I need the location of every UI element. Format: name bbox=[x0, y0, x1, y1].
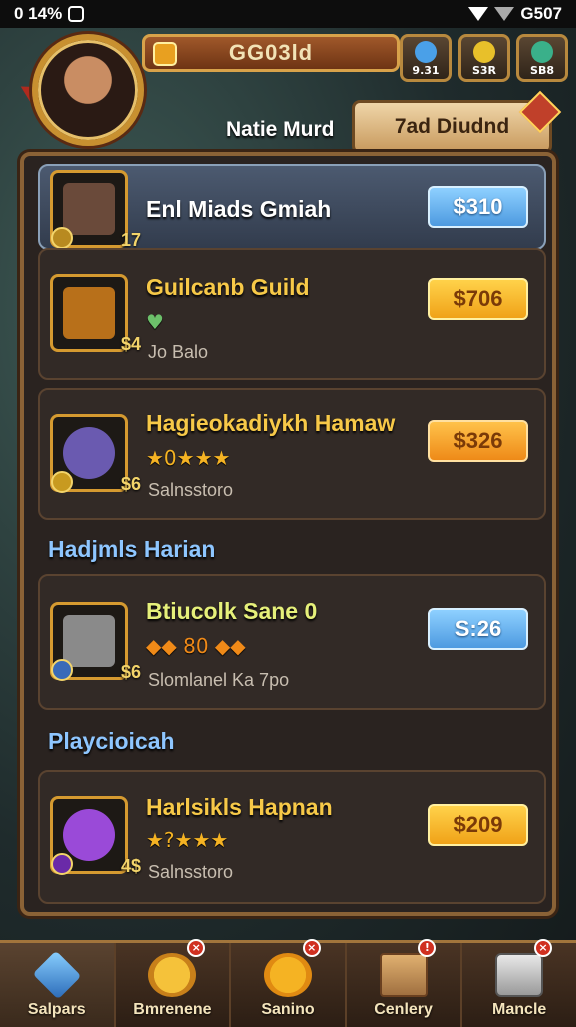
nav-item-mancle[interactable]: × Mancle bbox=[462, 939, 576, 1027]
alert-badge: × bbox=[302, 939, 321, 957]
thumb-number: $4 bbox=[120, 334, 141, 354]
purple-badge-icon bbox=[51, 853, 73, 875]
top-tab-label: 7ad Diudnd bbox=[394, 115, 510, 138]
nav-label: Mancle bbox=[492, 1001, 547, 1018]
nav-label: Sanino bbox=[261, 1001, 315, 1018]
nav-label: Bmrenene bbox=[133, 1001, 212, 1018]
notification-icon bbox=[68, 6, 85, 22]
chest-icon bbox=[495, 953, 544, 997]
card-title: Enl Miads Gmiah bbox=[146, 196, 332, 222]
flag-icon bbox=[518, 90, 562, 134]
item-thumb: 4$ bbox=[50, 796, 141, 876]
player-avatar[interactable] bbox=[13, 30, 151, 150]
avatar-portrait bbox=[32, 34, 144, 146]
green-gem-icon bbox=[531, 41, 553, 63]
resource-gold[interactable]: S3R bbox=[458, 34, 510, 82]
gold-currency-bar[interactable]: GG03ld bbox=[142, 34, 400, 72]
spiked-orb-icon bbox=[63, 427, 115, 479]
star-rating: ★0★★★ bbox=[146, 446, 231, 470]
card-title: Hagieokadiykh Hamaw bbox=[146, 410, 396, 436]
thumb-number: $6 bbox=[120, 662, 141, 682]
card-title: Btiucolk Sane 0 bbox=[146, 598, 318, 624]
star-rating: ◆◆ 80 ◆◆ bbox=[146, 634, 246, 658]
price-button[interactable]: S:26 bbox=[428, 608, 528, 650]
card-subtitle: Slomlanel Ka 7po bbox=[148, 670, 290, 690]
card-subtitle: Salnsstoro bbox=[148, 480, 234, 500]
blue-gem-icon bbox=[415, 41, 437, 63]
hero-thumb: 17 bbox=[50, 170, 141, 250]
card-subtitle: Salnsstoro bbox=[148, 862, 234, 882]
heart-icon: ♥ bbox=[146, 310, 164, 334]
price-button[interactable]: $209 bbox=[428, 804, 528, 846]
item-thumb: $4 bbox=[50, 274, 141, 354]
card-title: Harlsikls Hapnan bbox=[146, 794, 333, 820]
gold-badge-icon bbox=[51, 471, 73, 493]
shop-card[interactable]: $4 Guilcanb Guild ♥ Jo Balo $706 bbox=[38, 248, 546, 380]
item-thumb: $6 bbox=[50, 602, 141, 682]
sun-face-icon bbox=[148, 953, 197, 997]
alert-badge: × bbox=[187, 939, 206, 957]
nav-item-cenlery[interactable]: ! Cenlery bbox=[347, 939, 463, 1027]
top-tab-button[interactable]: 7ad Diudnd bbox=[352, 90, 562, 154]
status-bar: 0 14% G507 bbox=[0, 0, 576, 28]
wifi-icon bbox=[468, 7, 489, 21]
price-button[interactable]: $310 bbox=[428, 186, 528, 228]
resource-label: SB8 bbox=[530, 64, 554, 77]
price-button[interactable]: $326 bbox=[428, 420, 528, 462]
alert-badge: × bbox=[533, 939, 552, 957]
player-name: Natie Murd bbox=[226, 118, 335, 141]
crystal-icon bbox=[32, 950, 82, 1000]
sun-icon bbox=[263, 953, 312, 997]
gold-label: GG03ld bbox=[228, 40, 314, 65]
item-thumb: $6 bbox=[50, 414, 141, 494]
hero-portrait-icon bbox=[63, 183, 115, 235]
resource-blue[interactable]: 9.31 bbox=[400, 34, 452, 82]
shop-card[interactable]: $6 Hagieokadiykh Hamaw ★0★★★ Salnsstoro … bbox=[38, 388, 546, 520]
shop-card[interactable]: 4$ Harlsikls Hapnan ★?★★★ Salnsstoro $20… bbox=[38, 770, 546, 904]
shield-badge-icon bbox=[51, 227, 73, 249]
gold-gem-icon bbox=[473, 41, 495, 63]
blue-badge-icon bbox=[51, 659, 73, 681]
battery-label: G507 bbox=[520, 4, 562, 23]
scroll-map-icon bbox=[379, 953, 428, 997]
thumb-number: $6 bbox=[120, 474, 141, 494]
resource-label: 9.31 bbox=[412, 64, 440, 77]
shop-card[interactable]: $6 Btiucolk Sane 0 ◆◆ 80 ◆◆ Slomlanel Ka… bbox=[38, 574, 546, 710]
nav-label: Cenlery bbox=[374, 1001, 433, 1018]
nav-item-salpars[interactable]: Salpars bbox=[0, 943, 116, 1027]
coin-icon bbox=[153, 42, 177, 66]
resource-green[interactable]: SB8 bbox=[516, 34, 568, 82]
alert-badge: ! bbox=[418, 939, 437, 957]
cannon-icon bbox=[63, 615, 115, 667]
bottom-nav: Salpars × Bmrenene × Sanino ! Cenlery × … bbox=[0, 939, 576, 1027]
card-subtitle: Jo Balo bbox=[148, 342, 209, 362]
treasure-chest-icon bbox=[63, 287, 115, 339]
section-label: Playcioicah bbox=[48, 728, 175, 754]
shop-panel: 17 Enl Miads Gmiah $310 $4 Guilcanb Guil… bbox=[20, 152, 556, 916]
nav-item-sanino[interactable]: × Sanino bbox=[231, 939, 347, 1027]
nav-item-bmrenene[interactable]: × Bmrenene bbox=[116, 939, 232, 1027]
status-time: 0 14% bbox=[14, 4, 63, 23]
card-title: Guilcanb Guild bbox=[146, 274, 310, 300]
nav-label: Salpars bbox=[27, 1001, 86, 1018]
price-button[interactable]: $706 bbox=[428, 278, 528, 320]
resource-label: S3R bbox=[471, 64, 497, 77]
section-label: Hadjmls Harian bbox=[48, 536, 216, 562]
signal-icon bbox=[494, 7, 515, 21]
thumb-number: 4$ bbox=[120, 856, 141, 876]
purple-orb-icon bbox=[63, 809, 115, 861]
shop-card[interactable]: 17 Enl Miads Gmiah $310 bbox=[38, 164, 546, 250]
star-rating: ★?★★★ bbox=[146, 828, 229, 852]
